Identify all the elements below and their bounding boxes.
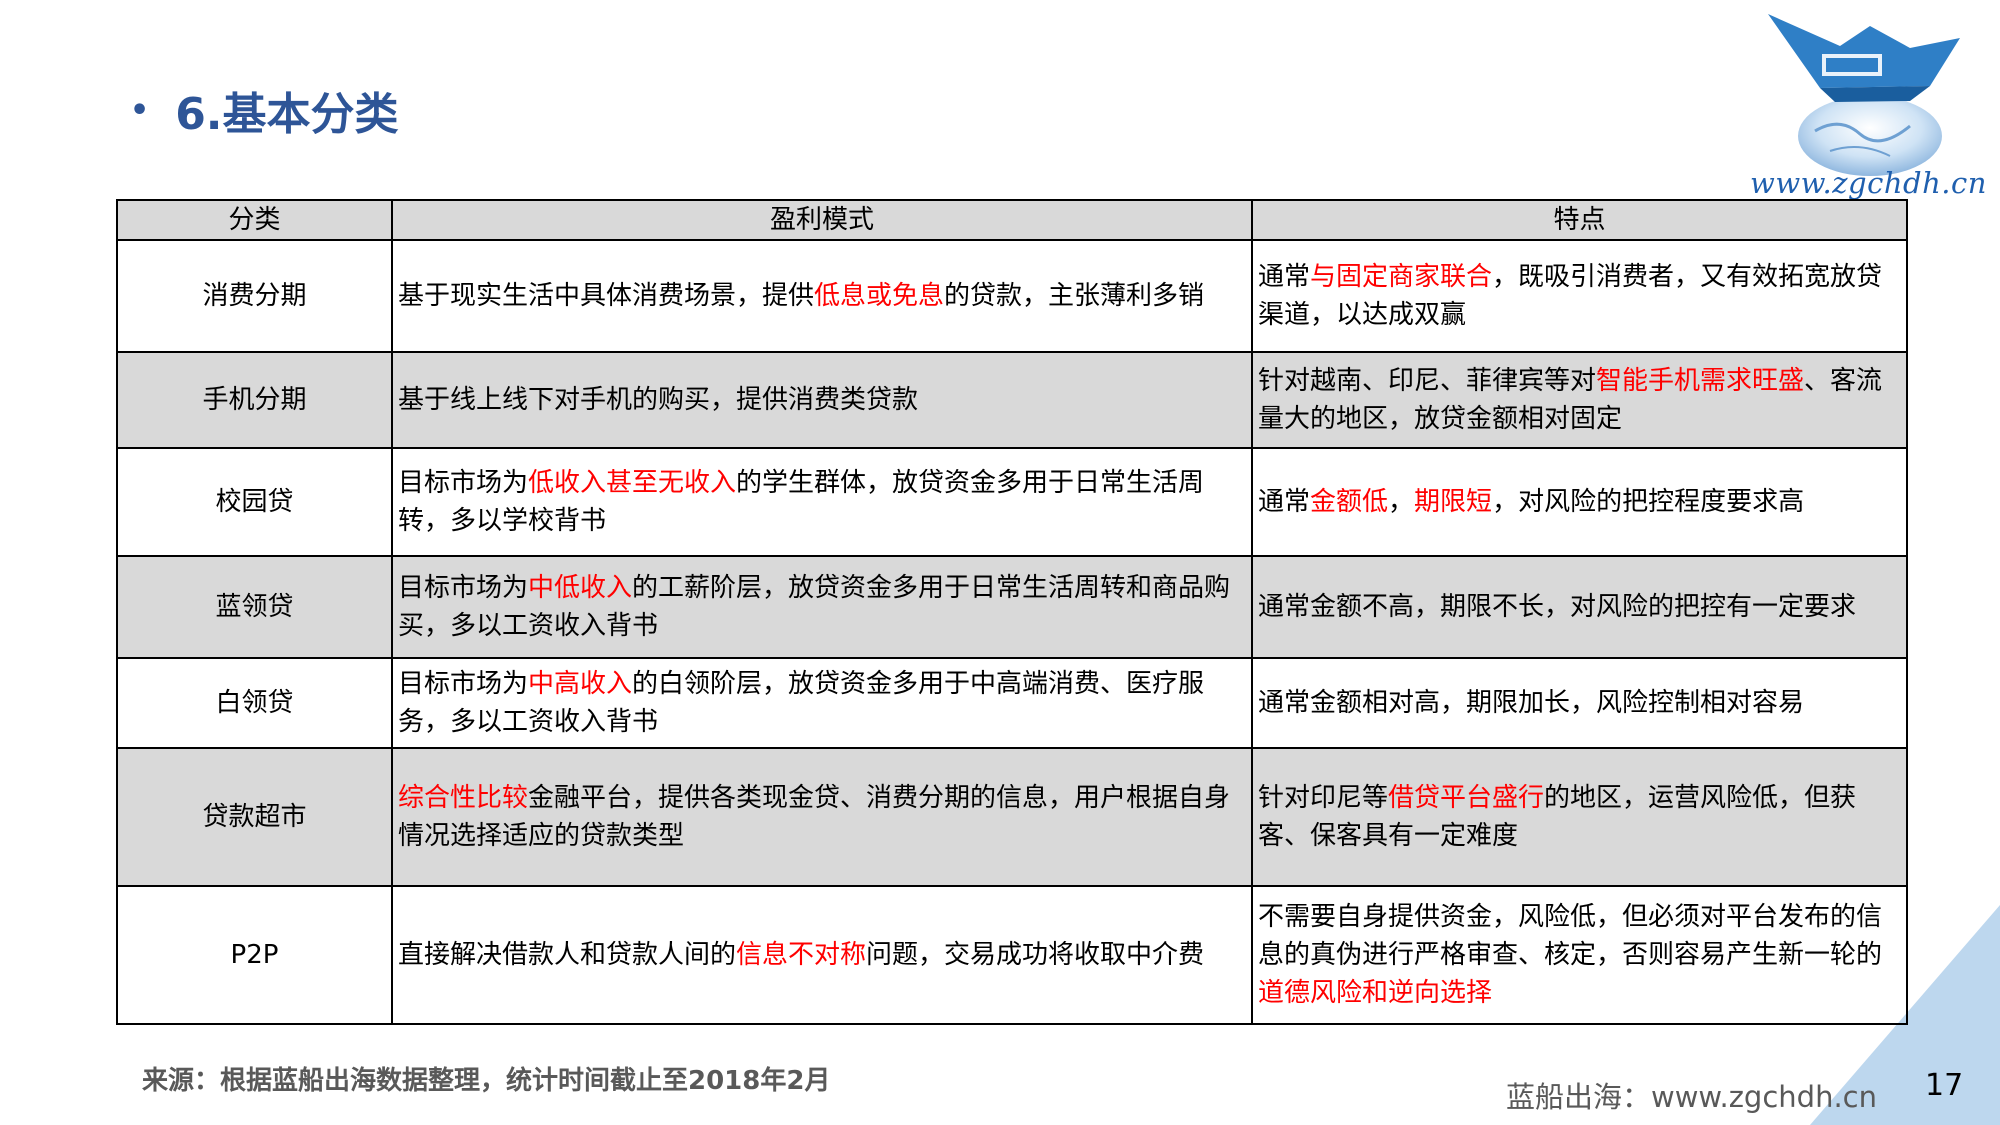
header-profit-model: 盈利模式	[391, 199, 1253, 241]
cell-features: 通常金额低，期限短，对风险的把控程度要求高	[1251, 447, 1908, 557]
text-segment: 基于线上线下对手机的购买，提供消费类贷款	[398, 385, 919, 415]
title-bullet: •	[130, 92, 150, 128]
text-segment: 目标市场为	[398, 573, 529, 603]
highlight-text: 低收入甚至无收入	[528, 468, 737, 498]
logo-url: www.zgchdh.cn	[1750, 166, 1987, 200]
highlight-text: 中高收入	[528, 669, 633, 699]
text-segment: 的贷款，主张薄利多销	[944, 281, 1205, 311]
text-segment: 不需要自身提供资金，风险低，但必须对平台发布的信息的真伪进行严格审查、核定，否则…	[1258, 902, 1883, 970]
highlight-text: 综合性比较	[398, 783, 529, 813]
slide-title: • 6.基本分类	[130, 78, 399, 142]
highlight-text: 与固定商家联合	[1310, 262, 1493, 292]
text-segment: 通常金额相对高，期限加长，风险控制相对容易	[1258, 688, 1805, 718]
highlight-text: 智能手机需求旺盛	[1596, 366, 1805, 396]
text-segment: ，	[1388, 487, 1415, 517]
cell-profit-model: 直接解决借款人和贷款人间的信息不对称问题，交易成功将收取中介费	[391, 885, 1253, 1025]
highlight-text: 信息不对称	[736, 940, 867, 970]
text-segment: 通常	[1258, 262, 1311, 292]
text-segment: 目标市场为	[398, 468, 529, 498]
text-segment: 针对越南、印尼、菲律宾等对	[1258, 366, 1597, 396]
cell-profit-model: 目标市场为中高收入的白领阶层，放贷资金多用于中高端消费、医疗服务，多以工资收入背…	[391, 657, 1253, 749]
cell-features: 通常金额不高，期限不长，对风险的把控有一定要求	[1251, 555, 1908, 659]
text-segment: 通常金额不高，期限不长，对风险的把控有一定要求	[1258, 592, 1857, 622]
cell-category: 贷款超市	[116, 747, 393, 887]
cell-category: 白领贷	[116, 657, 393, 749]
table-row: 校园贷 目标市场为低收入甚至无收入的学生群体，放贷资金多用于日常生活周转，多以学校…	[116, 447, 1908, 557]
source-note: 来源：根据蓝船出海数据整理，统计时间截止至2018年2月	[142, 1066, 831, 1096]
header-category: 分类	[116, 199, 393, 241]
highlight-text: 中低收入	[528, 573, 633, 603]
cell-profit-model: 目标市场为低收入甚至无收入的学生群体，放贷资金多用于日常生活周转，多以学校背书	[391, 447, 1253, 557]
table-row: 手机分期 基于线上线下对手机的购买，提供消费类贷款 针对越南、印尼、菲律宾等对智能手…	[116, 351, 1908, 449]
cell-features: 通常金额相对高，期限加长，风险控制相对容易	[1251, 657, 1908, 749]
classification-table: 分类 盈利模式 特点 消费分期 基于现实生活中具体消费场景，提供低息或免息的贷款，…	[116, 199, 1908, 1025]
table-row: 消费分期 基于现实生活中具体消费场景，提供低息或免息的贷款，主张薄利多销 通常与固定…	[116, 239, 1908, 353]
highlight-text: 金额低	[1310, 487, 1389, 517]
text-segment: 针对印尼等	[1258, 783, 1389, 813]
cell-profit-model: 目标市场为中低收入的工薪阶层，放贷资金多用于日常生活周转和商品购买，多以工资收入…	[391, 555, 1253, 659]
highlight-text: 道德风险和逆向选择	[1258, 978, 1493, 1008]
cell-category: 蓝领贷	[116, 555, 393, 659]
cell-features: 通常与固定商家联合，既吸引消费者，又有效拓宽放贷渠道，以达成双赢	[1251, 239, 1908, 353]
cell-features: 针对越南、印尼、菲律宾等对智能手机需求旺盛、客流量大的地区，放贷金额相对固定	[1251, 351, 1908, 449]
cell-profit-model: 综合性比较金融平台，提供各类现金贷、消费分期的信息，用户根据自身情况选择适应的贷…	[391, 747, 1253, 887]
cell-category: 手机分期	[116, 351, 393, 449]
table-row: P2P 直接解决借款人和贷款人间的信息不对称问题，交易成功将收取中介费 不需要自身提…	[116, 885, 1908, 1025]
table-header-row: 分类 盈利模式 特点	[116, 199, 1908, 241]
highlight-text: 借贷平台盛行	[1388, 783, 1545, 813]
page-number: 17	[1925, 1068, 1964, 1103]
text-segment: 目标市场为	[398, 669, 529, 699]
cell-profit-model: 基于现实生活中具体消费场景，提供低息或免息的贷款，主张薄利多销	[391, 239, 1253, 353]
cell-category: 校园贷	[116, 447, 393, 557]
text-segment: ，对风险的把控程度要求高	[1492, 487, 1805, 517]
cell-features: 不需要自身提供资金，风险低，但必须对平台发布的信息的真伪进行严格审查、核定，否则…	[1251, 885, 1908, 1025]
text-segment: 问题，交易成功将收取中介费	[866, 940, 1205, 970]
cell-profit-model: 基于线上线下对手机的购买，提供消费类贷款	[391, 351, 1253, 449]
cell-features: 针对印尼等借贷平台盛行的地区，运营风险低，但获客、保客具有一定难度	[1251, 747, 1908, 887]
title-text: 6.基本分类	[175, 89, 399, 140]
header-features: 特点	[1251, 199, 1908, 241]
cell-category: P2P	[116, 885, 393, 1025]
footer-site: 蓝船出海：www.zgchdh.cn	[1506, 1080, 1877, 1114]
highlight-text: 期限短	[1414, 487, 1493, 517]
cell-category: 消费分期	[116, 239, 393, 353]
text-segment: 通常	[1258, 487, 1311, 517]
highlight-text: 低息或免息	[814, 281, 945, 311]
text-segment: 基于现实生活中具体消费场景，提供	[398, 281, 815, 311]
table-row: 蓝领贷 目标市场为中低收入的工薪阶层，放贷资金多用于日常生活周转和商品购买，多以工…	[116, 555, 1908, 659]
text-segment: 直接解决借款人和贷款人间的	[398, 940, 737, 970]
table-row: 白领贷 目标市场为中高收入的白领阶层，放贷资金多用于中高端消费、医疗服务，多以工资…	[116, 657, 1908, 749]
table-row: 贷款超市 综合性比较金融平台，提供各类现金贷、消费分期的信息，用户根据自身情况选择…	[116, 747, 1908, 887]
